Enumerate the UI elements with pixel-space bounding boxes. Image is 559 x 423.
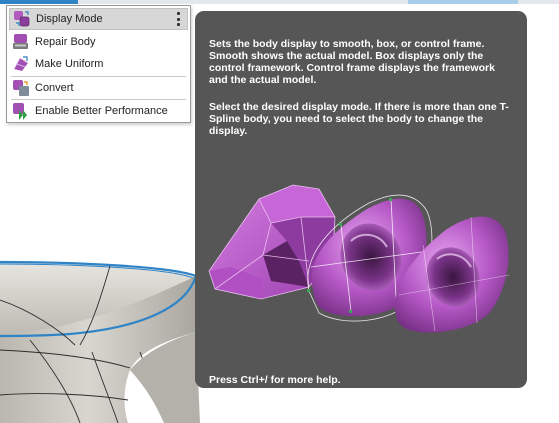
make-uniform-icon [12,55,30,73]
menu-item-make-uniform[interactable]: Make Uniform [9,53,188,75]
tooltip-description: Sets the body display to smooth, box, or… [209,38,495,86]
convert-icon [12,79,30,97]
menu-item-label: Enable Better Performance [35,105,168,117]
menu-item-label: Convert [35,82,74,94]
help-tooltip: Sets the body display to smooth, box, or… [195,11,527,388]
kebab-menu-icon[interactable] [177,12,181,26]
tooltip-footer: Press Ctrl+/ for more help. [209,374,341,386]
better-performance-icon [12,102,30,120]
tspline-utilities-menu: Display Mode Repair Body Make Uniform Co… [6,5,191,123]
display-mode-illustration [208,184,510,333]
menu-item-repair-body[interactable]: Repair Body [9,31,188,53]
menu-item-label: Make Uniform [35,58,104,70]
menu-item-enable-better-performance[interactable]: Enable Better Performance [9,100,188,122]
menu-item-label: Display Mode [36,13,103,25]
repair-body-icon [12,33,30,51]
display-mode-icon [13,10,31,28]
menu-item-label: Repair Body [35,36,96,48]
menu-item-display-mode[interactable]: Display Mode [9,8,188,30]
tooltip-instructions: Select the desired display mode. If ther… [209,101,509,137]
menu-item-convert[interactable]: Convert [9,77,188,99]
